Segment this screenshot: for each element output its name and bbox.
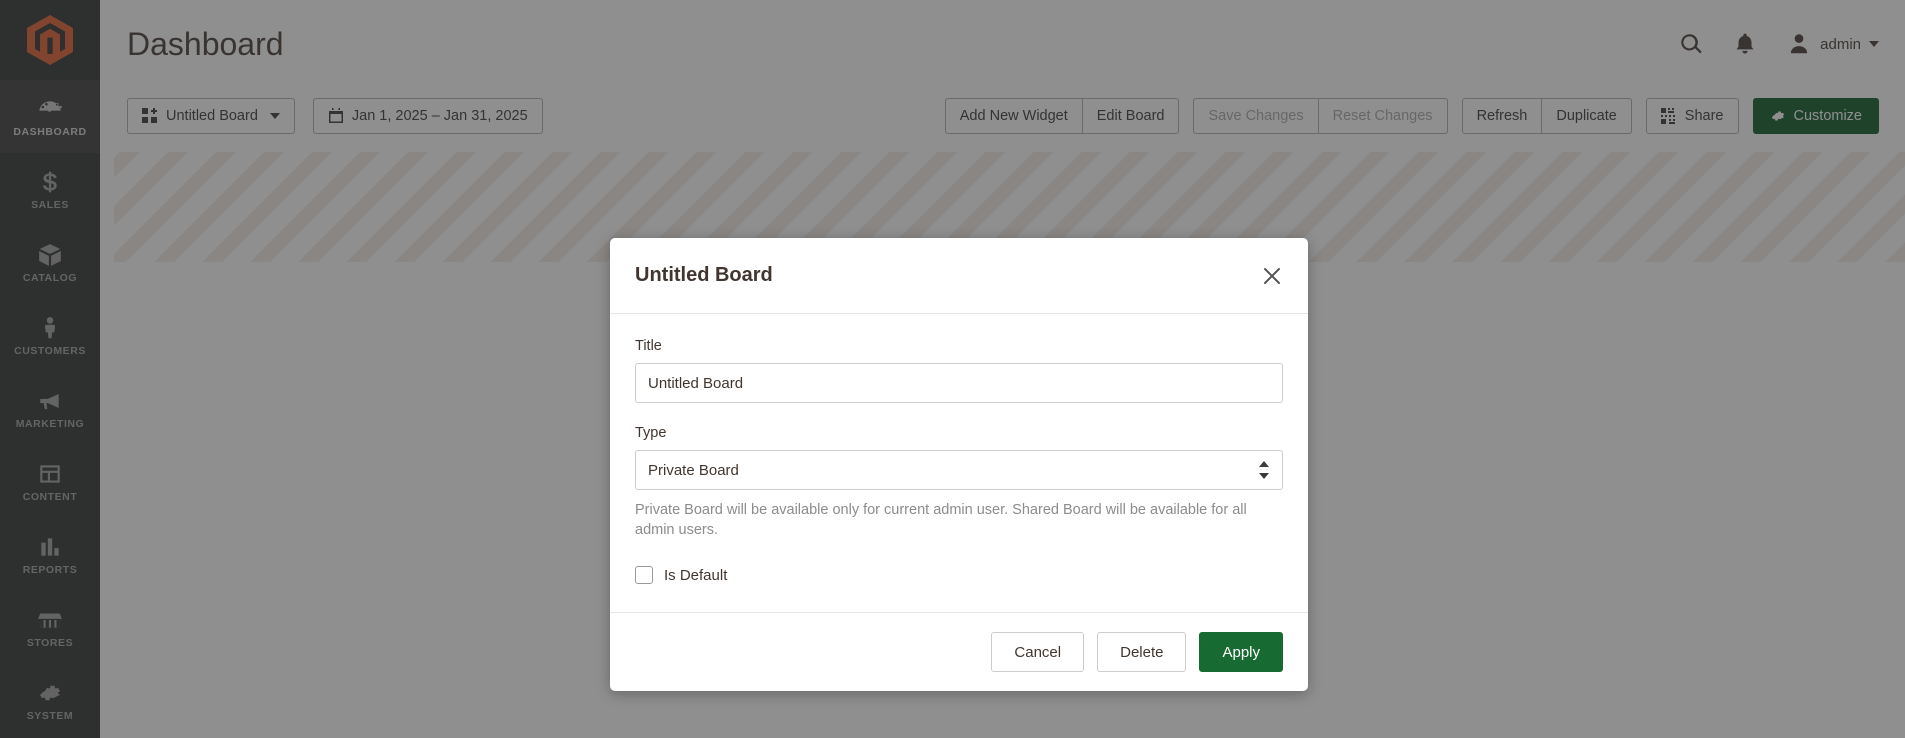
- apply-button[interactable]: Apply: [1199, 632, 1283, 673]
- close-icon[interactable]: [1260, 264, 1284, 288]
- title-field-label: Title: [635, 338, 662, 354]
- modal-header: Untitled Board: [610, 238, 1308, 314]
- type-help-text: Private Board will be available only for…: [635, 502, 1247, 538]
- modal-body: Title Type Private Board will be availab…: [610, 314, 1308, 612]
- delete-button[interactable]: Delete: [1097, 632, 1187, 673]
- cancel-button[interactable]: Cancel: [991, 632, 1085, 673]
- modal-footer: Cancel Delete Apply: [610, 612, 1308, 691]
- board-settings-modal: Untitled Board Title Type Private Board …: [610, 238, 1308, 692]
- is-default-row: Is Default: [635, 566, 1283, 585]
- type-select-wrapper: [635, 450, 1283, 490]
- admin-dashboard-page: Dashboard Sales Catalog Customers: [0, 0, 1905, 738]
- type-select[interactable]: [635, 450, 1283, 490]
- is-default-label[interactable]: Is Default: [664, 567, 727, 584]
- is-default-checkbox[interactable]: [635, 566, 653, 585]
- field-spacer: [635, 403, 1283, 425]
- type-field-label: Type: [635, 425, 667, 441]
- modal-title: Untitled Board: [635, 264, 773, 286]
- title-input[interactable]: [635, 363, 1283, 403]
